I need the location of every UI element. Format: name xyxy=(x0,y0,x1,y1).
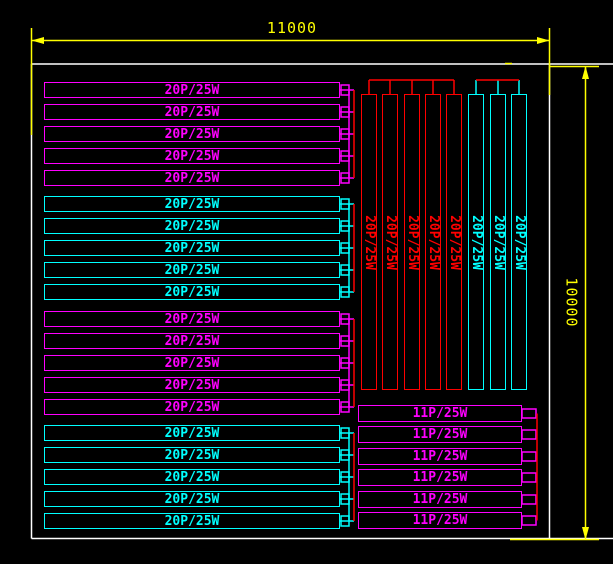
bar-label: 20P/25W xyxy=(427,215,440,270)
lamp-bar-horizontal: 20P/25W xyxy=(44,513,340,529)
lamp-bar-vertical: 20P/25W xyxy=(404,94,420,390)
bar-label: 11P/25W xyxy=(413,428,468,441)
dimension-right-label: 10000 xyxy=(563,263,580,343)
bar-label: 20P/25W xyxy=(165,379,220,392)
bar-label: 20P/25W xyxy=(165,242,220,255)
lamp-bar-horizontal: 20P/25W xyxy=(44,170,340,186)
bar-label: 11P/25W xyxy=(413,514,468,527)
lamp-bars-layer: 20P/25W 20P/25W 20P/25W 20P/25W 20P/25W 20P/2… xyxy=(0,0,613,564)
bar-label: 11P/25W xyxy=(413,407,468,420)
dimension-top-label: 11000 xyxy=(252,20,332,37)
bar-label: 20P/25W xyxy=(384,215,397,270)
lamp-bar-horizontal: 20P/25W xyxy=(44,469,340,485)
lamp-bar-horizontal: 20P/25W xyxy=(44,399,340,415)
lamp-bar-horizontal: 20P/25W xyxy=(44,218,340,234)
bar-label: 20P/25W xyxy=(165,264,220,277)
bar-label: 20P/25W xyxy=(513,215,526,270)
bar-label: 20P/25W xyxy=(165,471,220,484)
lamp-bar-vertical: 20P/25W xyxy=(490,94,506,390)
lamp-bar-horizontal: 20P/25W xyxy=(44,447,340,463)
bar-label: 20P/25W xyxy=(165,150,220,163)
lamp-bar-vertical: 20P/25W xyxy=(468,94,484,390)
bar-label: 20P/25W xyxy=(165,198,220,211)
lamp-bar-horizontal: 11P/25W xyxy=(358,426,522,443)
cad-drawing-canvas: 20P/25W 20P/25W 20P/25W 20P/25W 20P/25W 20P/2… xyxy=(0,0,613,564)
lamp-bar-vertical: 20P/25W xyxy=(446,94,462,390)
bar-label: 20P/25W xyxy=(406,215,419,270)
bar-label: 20P/25W xyxy=(165,172,220,185)
lamp-bar-vertical: 20P/25W xyxy=(425,94,441,390)
lamp-bar-horizontal: 20P/25W xyxy=(44,126,340,142)
lamp-bar-horizontal: 11P/25W xyxy=(358,448,522,465)
bar-label: 20P/25W xyxy=(165,128,220,141)
lamp-bar-horizontal: 20P/25W xyxy=(44,82,340,98)
lamp-bar-horizontal: 11P/25W xyxy=(358,405,522,422)
bar-label: 20P/25W xyxy=(363,215,376,270)
lamp-bar-horizontal: 20P/25W xyxy=(44,425,340,441)
lamp-bar-horizontal: 11P/25W xyxy=(358,491,522,508)
lamp-bar-horizontal: 20P/25W xyxy=(44,311,340,327)
lamp-bar-horizontal: 20P/25W xyxy=(44,377,340,393)
bar-label: 20P/25W xyxy=(165,313,220,326)
lamp-bar-horizontal: 20P/25W xyxy=(44,240,340,256)
bar-label: 20P/25W xyxy=(165,357,220,370)
lamp-bar-horizontal: 20P/25W xyxy=(44,148,340,164)
bar-label: 20P/25W xyxy=(470,215,483,270)
bar-label: 20P/25W xyxy=(165,220,220,233)
lamp-bar-horizontal: 11P/25W xyxy=(358,469,522,486)
bar-label: 20P/25W xyxy=(448,215,461,270)
lamp-bar-horizontal: 11P/25W xyxy=(358,512,522,529)
bar-label: 11P/25W xyxy=(413,493,468,506)
bar-label: 11P/25W xyxy=(413,450,468,463)
bar-label: 20P/25W xyxy=(492,215,505,270)
bar-label: 20P/25W xyxy=(165,286,220,299)
bar-label: 20P/25W xyxy=(165,515,220,528)
lamp-bar-horizontal: 20P/25W xyxy=(44,491,340,507)
lamp-bar-vertical: 20P/25W xyxy=(361,94,377,390)
lamp-bar-horizontal: 20P/25W xyxy=(44,333,340,349)
lamp-bar-horizontal: 20P/25W xyxy=(44,196,340,212)
bar-label: 20P/25W xyxy=(165,427,220,440)
lamp-bar-horizontal: 20P/25W xyxy=(44,284,340,300)
lamp-bar-horizontal: 20P/25W xyxy=(44,355,340,371)
bar-label: 20P/25W xyxy=(165,335,220,348)
lamp-bar-horizontal: 20P/25W xyxy=(44,104,340,120)
bar-label: 20P/25W xyxy=(165,106,220,119)
bar-label: 20P/25W xyxy=(165,449,220,462)
lamp-bar-vertical: 20P/25W xyxy=(511,94,527,390)
lamp-bar-horizontal: 20P/25W xyxy=(44,262,340,278)
bar-label: 20P/25W xyxy=(165,84,220,97)
bar-label: 11P/25W xyxy=(413,471,468,484)
lamp-bar-vertical: 20P/25W xyxy=(382,94,398,390)
bar-label: 20P/25W xyxy=(165,493,220,506)
bar-label: 20P/25W xyxy=(165,401,220,414)
